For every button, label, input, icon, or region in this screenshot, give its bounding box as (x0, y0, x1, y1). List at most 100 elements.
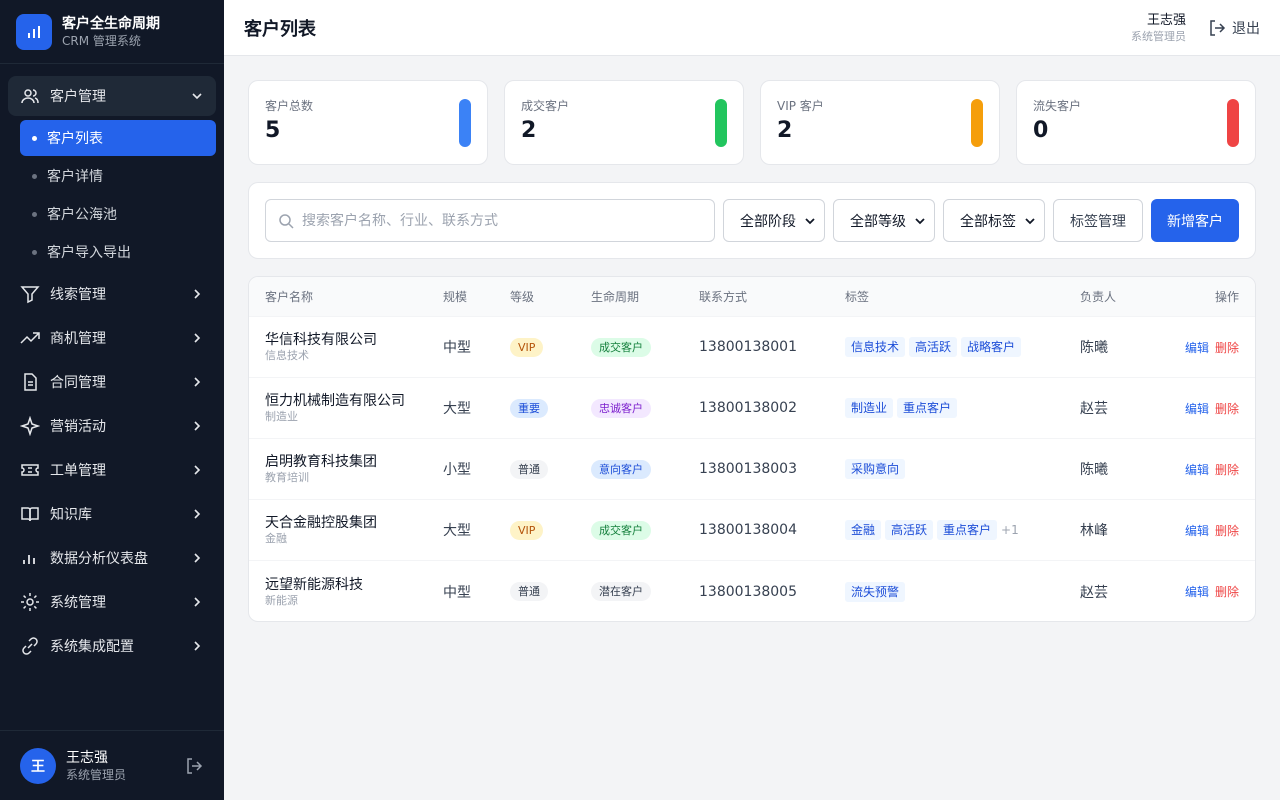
customer-name[interactable]: 启明教育科技集团 (265, 453, 443, 471)
edit-link[interactable]: 编辑 (1185, 522, 1209, 539)
table-row[interactable]: 恒力机械制造有限公司 制造业 大型 重要 忠诚客户 13800138002 制造… (249, 378, 1255, 439)
customer-industry: 信息技术 (265, 349, 309, 362)
delete-link[interactable]: 删除 (1215, 461, 1239, 478)
level-badge: 普通 (510, 459, 548, 479)
sidebar-item-label: 客户列表 (47, 131, 103, 147)
tag-list: 金融 高活跃 重点客户 +1 (845, 520, 1080, 540)
tag-list: 制造业 重点客户 (845, 398, 1080, 418)
sidebar-item-analytics[interactable]: 数据分析仪表盘 (8, 538, 216, 578)
top-header: 客户列表 王志强 系统管理员 退出 (224, 0, 1280, 56)
sidebar-nav: 客户管理 客户列表 客户详情 客户公海池 客户导入导出 线索管理 商机管理 合同… (0, 64, 224, 666)
table-body: 华信科技有限公司 信息技术 中型 VIP 成交客户 13800138001 信息… (249, 317, 1255, 621)
stage-select[interactable]: 全部阶段 (723, 199, 825, 242)
sidebar-user: 王 王志强 系统管理员 (0, 730, 224, 800)
tag-chip: 战略客户 (961, 337, 1022, 357)
tag-list: 流失预警 (845, 581, 1080, 602)
chevron-right-icon (190, 419, 204, 433)
stage-select-value: 全部阶段 (740, 213, 796, 230)
link-icon (20, 636, 40, 656)
table-header: 客户名称 规模 等级 生命周期 联系方式 标签 负责人 操作 (249, 277, 1255, 317)
tag-chip: 制造业 (845, 398, 894, 418)
edit-link[interactable]: 编辑 (1185, 461, 1209, 478)
chevron-right-icon (190, 287, 204, 301)
customer-owner: 陈曦 (1080, 462, 1108, 478)
sidebar-item-customer-management[interactable]: 客户管理 (8, 76, 216, 116)
logout-icon[interactable] (184, 756, 204, 776)
col-header-tags: 标签 (845, 290, 870, 304)
new-customer-button[interactable]: 新增客户 (1151, 199, 1239, 242)
sidebar-item-system[interactable]: 系统管理 (8, 582, 216, 622)
tag-select[interactable]: 全部标签 (943, 199, 1045, 242)
sidebar-item-knowledge[interactable]: 知识库 (8, 494, 216, 534)
chevron-down-icon (1025, 217, 1035, 224)
customer-table: 客户名称 规模 等级 生命周期 联系方式 标签 负责人 操作 华信科技有限公司 … (248, 276, 1256, 622)
sparkle-icon (20, 416, 40, 436)
header-user-role: 系统管理员 (1131, 29, 1186, 43)
tag-chip: 金融 (845, 520, 882, 540)
stat-accent-bar (971, 99, 983, 147)
stat-label: VIP 客户 (777, 99, 824, 113)
delete-link[interactable]: 删除 (1215, 522, 1239, 539)
search-box[interactable] (265, 199, 715, 242)
customer-name[interactable]: 天合金融控股集团 (265, 514, 443, 532)
col-header-scale: 规模 (443, 290, 468, 304)
lifecycle-badge: 意向客户 (591, 459, 651, 479)
sidebar-item-marketing[interactable]: 营销活动 (8, 406, 216, 446)
tag-manage-button[interactable]: 标签管理 (1053, 199, 1143, 242)
delete-link[interactable]: 删除 (1215, 400, 1239, 417)
stat-value: 2 (521, 118, 537, 143)
edit-link[interactable]: 编辑 (1185, 400, 1209, 417)
sidebar-item-leads[interactable]: 线索管理 (8, 274, 216, 314)
sidebar-item-customer-list[interactable]: 客户列表 (20, 120, 216, 156)
sidebar-item-integration[interactable]: 系统集成配置 (8, 626, 216, 666)
sidebar-item-customer-pool[interactable]: 客户公海池 (20, 196, 216, 232)
stat-value: 5 (265, 118, 281, 143)
search-input[interactable] (302, 212, 702, 229)
stat-card-deal: 成交客户 2 (504, 80, 744, 165)
sidebar-item-customer-import-export[interactable]: 客户导入导出 (20, 234, 216, 270)
col-header-lifecycle: 生命周期 (591, 290, 640, 304)
table-row[interactable]: 华信科技有限公司 信息技术 中型 VIP 成交客户 13800138001 信息… (249, 317, 1255, 378)
tag-select-value: 全部标签 (960, 213, 1016, 230)
tag-chip: 流失预警 (845, 581, 906, 602)
customer-scale: 中型 (443, 584, 471, 601)
col-header-actions: 操作 (1214, 290, 1239, 304)
stat-card-vip: VIP 客户 2 (760, 80, 1000, 165)
sidebar-item-label: 数据分析仪表盘 (50, 551, 148, 567)
customer-owner: 赵芸 (1080, 584, 1108, 601)
table-row[interactable]: 天合金融控股集团 金融 大型 VIP 成交客户 13800138004 金融 高活… (249, 500, 1255, 561)
filter-bar: 全部阶段 全部等级 全部标签 标签管理 新增客户 (248, 182, 1256, 259)
more-tags-count: +1 (1001, 523, 1019, 537)
sidebar-item-customer-detail[interactable]: 客户详情 (20, 158, 216, 194)
customer-owner: 林峰 (1080, 523, 1108, 539)
edit-link[interactable]: 编辑 (1185, 339, 1209, 356)
customer-owner: 陈曦 (1080, 340, 1108, 356)
bullet-icon (32, 211, 37, 217)
table-row[interactable]: 启明教育科技集团 教育培训 小型 普通 意向客户 13800138003 采购意… (249, 439, 1255, 500)
customer-name[interactable]: 远望新能源科技 (265, 576, 443, 594)
chevron-right-icon (190, 551, 204, 565)
sidebar-item-tickets[interactable]: 工单管理 (8, 450, 216, 490)
sidebar-item-label: 营销活动 (50, 419, 106, 435)
submenu-customer: 客户列表 客户详情 客户公海池 客户导入导出 (8, 120, 216, 270)
sidebar-item-contracts[interactable]: 合同管理 (8, 362, 216, 402)
lifecycle-badge: 成交客户 (591, 520, 651, 540)
table-row[interactable]: 远望新能源科技 新能源 中型 普通 潜在客户 13800138005 流失预警 … (249, 561, 1255, 621)
customer-industry: 金融 (265, 532, 287, 545)
col-header-name: 客户名称 (265, 290, 314, 304)
delete-link[interactable]: 删除 (1215, 583, 1239, 600)
chevron-down-icon (805, 217, 815, 224)
chevron-right-icon (190, 639, 204, 653)
level-select[interactable]: 全部等级 (833, 199, 935, 242)
stat-value: 0 (1033, 118, 1049, 143)
logout-button[interactable]: 退出 (1208, 18, 1260, 38)
sidebar-item-label: 客户公海池 (47, 207, 117, 223)
tag-chip: 高活跃 (909, 337, 958, 357)
sidebar-item-opportunities[interactable]: 商机管理 (8, 318, 216, 358)
avatar: 王 (20, 747, 56, 784)
customer-name[interactable]: 恒力机械制造有限公司 (265, 392, 443, 410)
level-badge: 重要 (510, 398, 548, 418)
edit-link[interactable]: 编辑 (1185, 583, 1209, 600)
delete-link[interactable]: 删除 (1215, 339, 1239, 356)
customer-name[interactable]: 华信科技有限公司 (265, 331, 443, 349)
